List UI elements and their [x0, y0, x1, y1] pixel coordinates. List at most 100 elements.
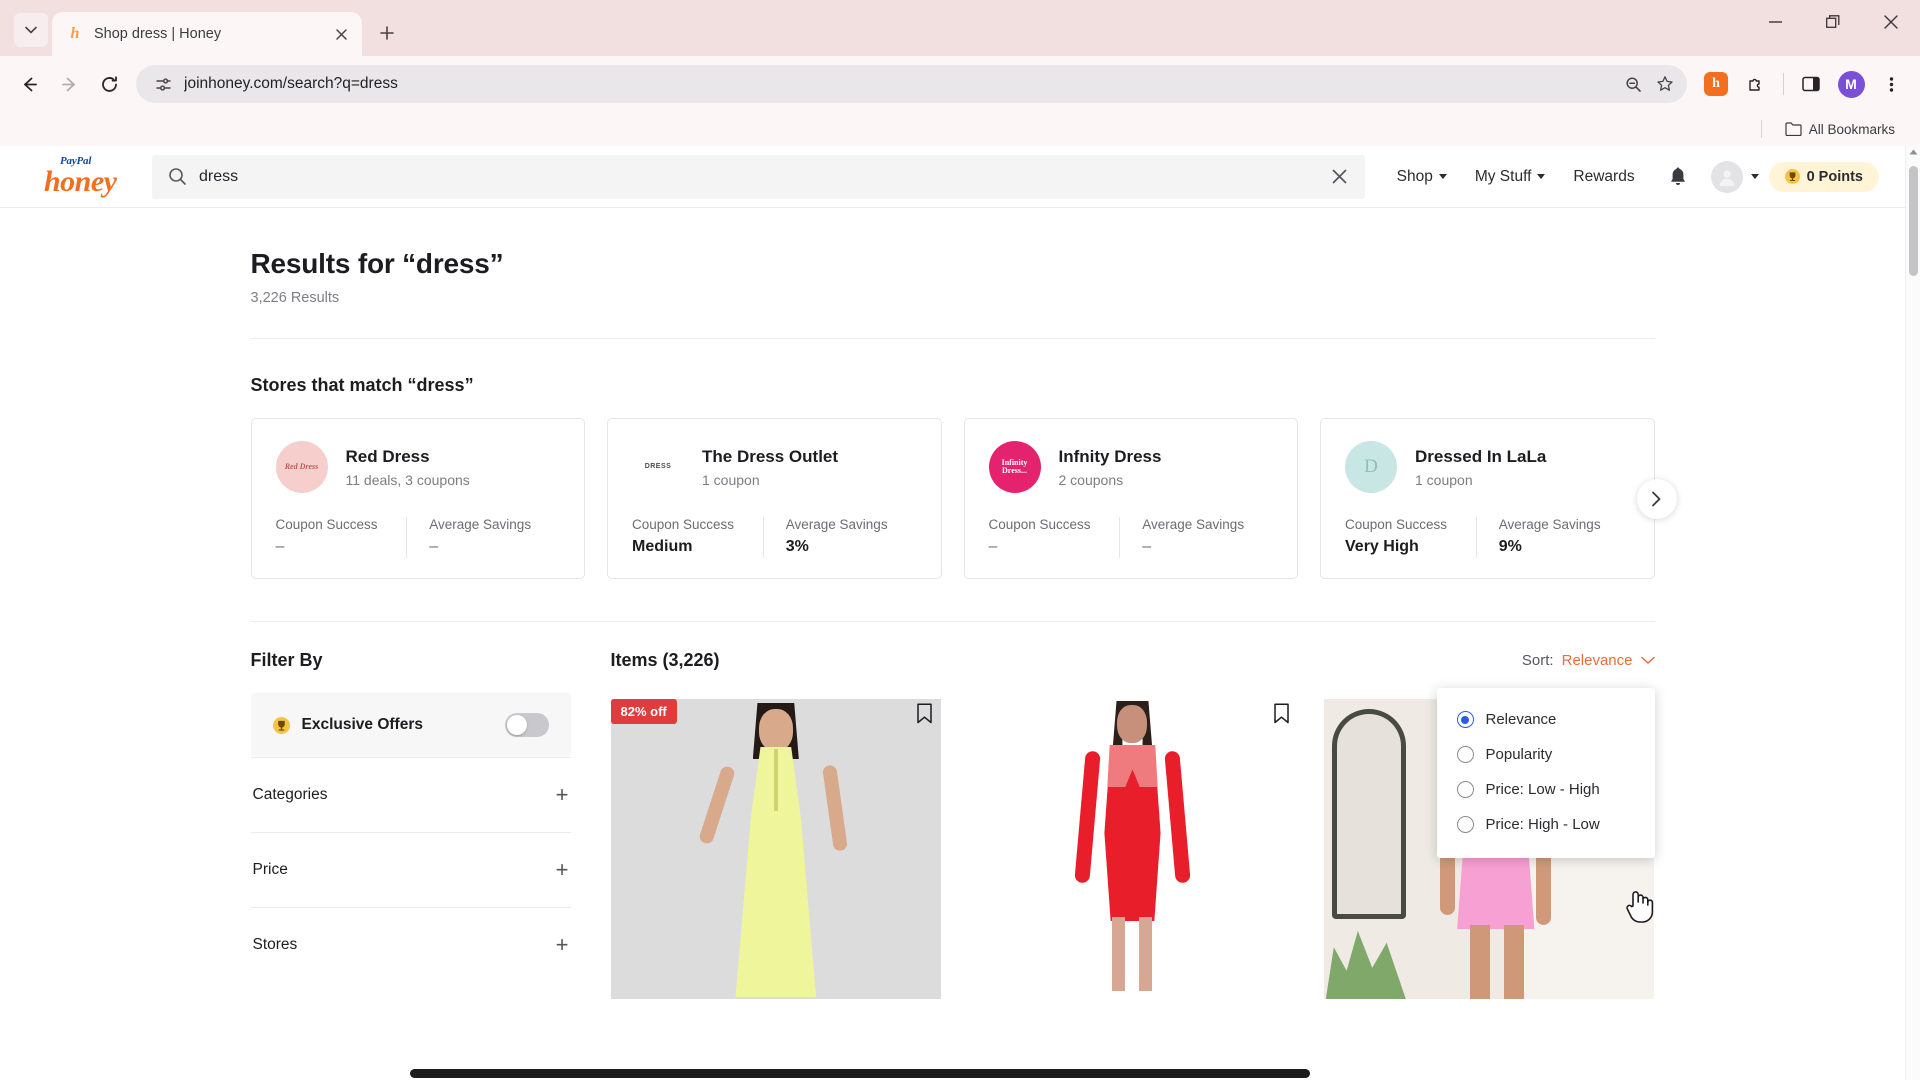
expand-plus-icon: + — [555, 782, 569, 807]
search-input[interactable]: dress — [199, 168, 1323, 186]
stat-label: Coupon Success — [988, 517, 1091, 532]
store-stat: Average Savings – — [406, 517, 560, 558]
bookmarks-divider — [1760, 120, 1762, 138]
vertical-scroll-thumb[interactable] — [1909, 166, 1918, 276]
stat-value: – — [275, 538, 285, 555]
expand-plus-icon: + — [555, 857, 569, 882]
account-menu[interactable] — [1710, 160, 1759, 193]
store-logo-text: D — [1364, 456, 1378, 478]
store-logo-text: Infinity Dress... — [1001, 457, 1028, 475]
browser-toolbar: joinhoney.com/search?q=dress h M — [0, 56, 1920, 112]
minimize-button[interactable] — [1746, 0, 1804, 44]
sort-option-price-high-low[interactable]: Price: High - Low — [1437, 807, 1655, 842]
store-logo-text: Red Dress — [284, 461, 319, 471]
forward-arrow-icon — [61, 77, 75, 91]
vertical-scrollbar[interactable] — [1905, 146, 1920, 1080]
stat-label: Average Savings — [429, 517, 532, 532]
avatar — [1710, 160, 1743, 193]
trophy-icon — [272, 716, 290, 734]
store-card[interactable]: D Dressed In LaLa 1 coupon Coupon Succes… — [1320, 418, 1655, 579]
points-badge[interactable]: 0 Points — [1768, 161, 1879, 192]
store-stat: Average Savings – — [1119, 517, 1273, 558]
honey-extension-button[interactable]: h — [1697, 65, 1735, 103]
window-controls — [1746, 0, 1920, 44]
stat-label: Average Savings — [1498, 517, 1601, 532]
close-window-button[interactable] — [1862, 0, 1920, 44]
address-bar[interactable]: joinhoney.com/search?q=dress — [136, 65, 1687, 103]
sort-option-price-low-high[interactable]: Price: Low - High — [1437, 772, 1655, 807]
search-bar[interactable]: dress — [152, 154, 1365, 199]
store-stat: Coupon Success – — [276, 517, 407, 558]
side-panel-button[interactable] — [1792, 65, 1830, 103]
filter-panel: Filter By Exclusive Offers Categories + … — [250, 650, 571, 999]
filter-section-stores[interactable]: Stores + — [250, 907, 571, 982]
exclusive-offers-toggle[interactable] — [504, 713, 549, 737]
stat-value: Very High — [1345, 538, 1419, 555]
new-tab-button[interactable] — [372, 18, 402, 48]
maximize-button[interactable] — [1804, 0, 1862, 44]
exclusive-offers-filter[interactable]: Exclusive Offers — [250, 693, 571, 757]
carousel-next-button[interactable] — [1636, 478, 1677, 519]
reload-button[interactable] — [90, 65, 128, 103]
sort-option-label: Relevance — [1485, 711, 1557, 728]
filter-section-categories[interactable]: Categories + — [250, 757, 571, 832]
store-offers-count: 1 coupon — [1415, 471, 1473, 488]
honey-logo[interactable]: PayPal honey — [44, 156, 130, 197]
sort-option-popularity[interactable]: Popularity — [1437, 737, 1655, 772]
back-button[interactable] — [10, 65, 48, 103]
profile-button[interactable]: M — [1832, 65, 1870, 103]
nav-item-shop[interactable]: Shop — [1383, 160, 1461, 194]
store-logo-text: DRESS — [644, 463, 672, 471]
zoom-out-icon[interactable] — [1617, 68, 1649, 100]
profile-avatar: M — [1837, 70, 1865, 98]
radio-icon — [1456, 746, 1474, 763]
store-card[interactable]: DRESS The Dress Outlet 1 coupon Coupon S… — [607, 418, 942, 579]
horizontal-scrollbar[interactable] — [0, 1066, 1905, 1080]
product-image — [967, 699, 1298, 999]
store-card[interactable]: Infinity Dress... Infnity Dress 2 coupon… — [963, 418, 1298, 579]
filter-section-price[interactable]: Price + — [250, 832, 571, 907]
sort-option-relevance[interactable]: Relevance — [1437, 702, 1655, 737]
horizontal-scroll-thumb[interactable] — [410, 1069, 1310, 1078]
product-card[interactable]: 82% off — [610, 699, 942, 999]
bookmark-star-icon[interactable] — [1649, 68, 1681, 100]
site-settings-icon[interactable] — [150, 71, 176, 97]
sort-control[interactable]: Sort: Relevance — [1522, 652, 1655, 669]
product-card[interactable] — [967, 699, 1298, 999]
chrome-menu-button[interactable] — [1872, 65, 1910, 103]
browser-window: h Shop dress | Honey joinhoney.com/searc… — [0, 0, 1920, 1080]
nav-item-my-stuff[interactable]: My Stuff — [1461, 160, 1560, 194]
tab-search-button[interactable] — [14, 13, 48, 47]
divider — [250, 621, 1655, 622]
toggle-knob — [506, 715, 527, 735]
extensions-button[interactable] — [1737, 65, 1775, 103]
radio-icon — [1456, 816, 1474, 833]
bell-icon — [1670, 167, 1685, 185]
notifications-button[interactable] — [1659, 158, 1697, 196]
store-stat: Average Savings 3% — [762, 517, 917, 558]
clear-search-icon[interactable] — [1323, 160, 1357, 194]
sort-option-label: Price: Low - High — [1485, 781, 1600, 798]
close-tab-icon[interactable] — [330, 23, 352, 45]
bookmark-icon[interactable] — [1273, 703, 1290, 729]
stat-value: Medium — [632, 538, 693, 555]
filter-section-label: Categories — [252, 786, 328, 803]
filter-heading: Filter By — [250, 650, 323, 670]
store-name: Red Dress — [345, 446, 430, 466]
scroll-up-arrow[interactable] — [1906, 149, 1920, 155]
stat-value: – — [1142, 538, 1152, 555]
store-stat: Coupon Success Very High — [1345, 517, 1476, 558]
filter-section-label: Stores — [252, 936, 298, 953]
chevron-down-icon — [1640, 653, 1655, 668]
all-bookmarks-button[interactable]: All Bookmarks — [1778, 119, 1902, 140]
trophy-icon — [1784, 169, 1800, 184]
bookmark-icon[interactable] — [916, 703, 933, 729]
forward-button[interactable] — [50, 65, 88, 103]
store-card[interactable]: Red Dress Red Dress 11 deals, 3 coupons … — [250, 418, 585, 579]
stat-value: – — [429, 538, 439, 555]
reload-icon — [101, 75, 117, 92]
nav-item-rewards[interactable]: Rewards — [1559, 160, 1648, 194]
browser-tab[interactable]: h Shop dress | Honey — [52, 12, 362, 56]
store-stat: Coupon Success – — [989, 517, 1120, 558]
stat-value: 3% — [785, 538, 809, 555]
